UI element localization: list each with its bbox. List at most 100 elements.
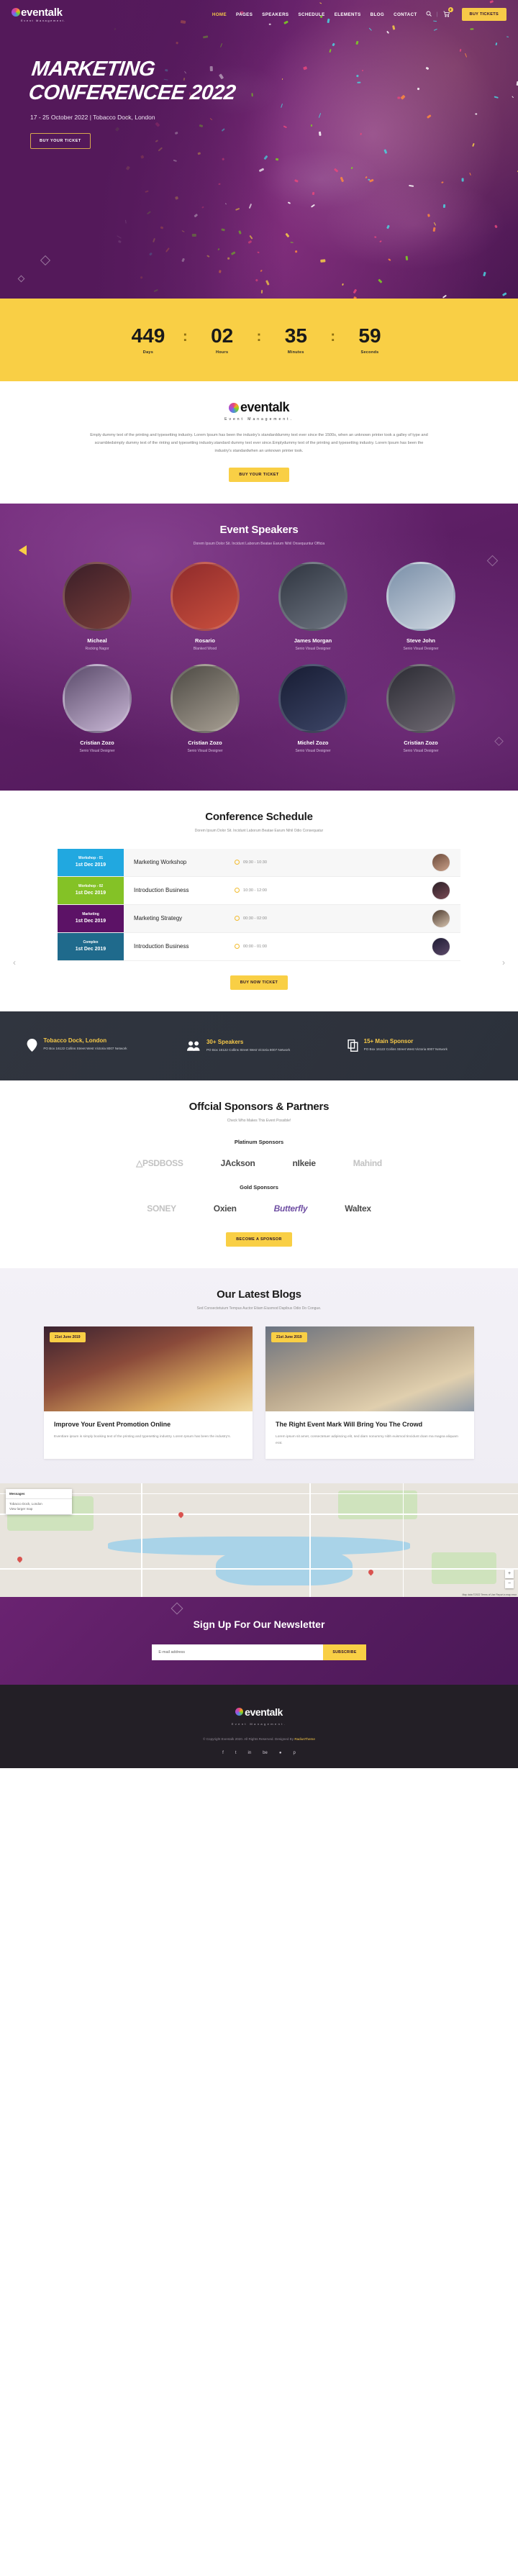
speaker-card[interactable]: Micheal Rocking Nagor <box>51 562 143 651</box>
schedule-row[interactable]: Complex 1st Dec 2019 Introduction Busine… <box>58 933 460 961</box>
map-road <box>0 1568 518 1570</box>
schedule-next-button[interactable]: › <box>502 957 505 968</box>
become-a-sponsor-button[interactable]: BECOME A SPONSOR <box>226 1232 292 1247</box>
nav-divider: | <box>437 12 438 17</box>
logo-text: eventalk <box>12 7 66 18</box>
info-description: PO Box 16122 Collins Street West Victori… <box>364 1047 447 1052</box>
schedule-tag: Workshop - 02 1st Dec 2019 <box>58 877 124 904</box>
search-icon[interactable] <box>426 11 432 18</box>
countdown-value: 449 <box>115 326 181 346</box>
nav-item-schedule[interactable]: SCHEDULE <box>298 12 324 17</box>
speaker-role: Blanked Wood <box>159 647 251 651</box>
speaker-avatar <box>386 562 455 631</box>
facebook-icon[interactable]: f <box>222 1751 224 1755</box>
sponsor-logo[interactable]: Mahind <box>353 1158 382 1168</box>
schedule-row[interactable]: Workshop - 01 1st Dec 2019 Marketing Wor… <box>58 849 460 877</box>
nav-item-contact[interactable]: CONTACT <box>394 12 417 17</box>
speaker-card[interactable]: Rosario Blanked Wood <box>159 562 251 651</box>
schedule-row[interactable]: Workshop - 02 1st Dec 2019 Introduction … <box>58 877 460 905</box>
linkedin-icon[interactable]: in <box>248 1751 252 1755</box>
footer-social-links: f t in be ● p <box>0 1751 518 1755</box>
footer-logo[interactable]: eventalk <box>235 1706 283 1718</box>
map-zoom-in-button[interactable]: + <box>505 1570 514 1578</box>
speaker-card[interactable]: Cristian Zozo Senio Visual Designer <box>159 664 251 753</box>
sponsor-logo[interactable]: △PSDBOSS <box>136 1158 183 1168</box>
twitter-icon[interactable]: t <box>235 1751 237 1755</box>
map-road <box>141 1483 142 1597</box>
buy-your-ticket-button[interactable]: BUY YOUR TICKET <box>30 133 91 149</box>
speaker-card[interactable]: James Morgan Senio Visual Designer <box>267 562 359 651</box>
map-info-card[interactable]: Messages Tobacco Dock, London View larger… <box>6 1489 72 1515</box>
speaker-role: Senio Visual Designer <box>375 749 467 753</box>
buy-now-ticket-button[interactable]: BUY NOW TICKET <box>230 975 288 990</box>
nav-item-pages[interactable]: PAGES <box>236 12 253 17</box>
speaker-role: Senio Visual Designer <box>51 749 143 753</box>
speaker-card[interactable]: Michel Zozo Senio Visual Designer <box>267 664 359 753</box>
buy-tickets-button[interactable]: BUY TICKETS <box>462 8 507 21</box>
map-river <box>216 1545 353 1585</box>
countdown-label: Minutes <box>263 350 329 355</box>
countdown-item-hours: 02 Hours <box>189 326 255 355</box>
blogs-subtitle: Sed Consectetuium Tempus Auctor Etiam Ei… <box>0 1306 518 1311</box>
sponsor-logo[interactable]: nIkeie <box>293 1158 316 1168</box>
arrow-decoration-icon <box>19 545 27 555</box>
blogs-title: Our Latest Blogs <box>0 1288 518 1301</box>
schedule-body: Introduction Business 10:30 - 12:00 <box>124 877 460 904</box>
schedule-tag: Marketing 1st Dec 2019 <box>58 905 124 932</box>
about-buy-ticket-button[interactable]: BUY YOUR TICKET <box>229 468 288 482</box>
about-logo: eventalk Event Management. <box>224 400 294 422</box>
about-logo-text: eventalk <box>229 400 289 415</box>
map-marker-icon[interactable] <box>368 1568 375 1575</box>
blog-body: Improve Your Event Promotion Online Even… <box>44 1411 253 1452</box>
cart-icon[interactable]: 0 <box>443 11 450 19</box>
speaker-card[interactable]: Cristian Zozo Senio Visual Designer <box>51 664 143 753</box>
pinterest-icon[interactable]: p <box>293 1751 295 1755</box>
nav-item-blog[interactable]: BLOG <box>371 12 384 17</box>
map-road <box>309 1483 311 1597</box>
subscribe-button[interactable]: SUBSCRIBE <box>323 1644 365 1660</box>
speaker-role: Senio Visual Designer <box>267 749 359 753</box>
location-map[interactable]: Messages Tobacco Dock, London View larger… <box>0 1483 518 1597</box>
schedule-prev-button[interactable]: ‹ <box>13 957 16 968</box>
sponsor-logo[interactable]: Oxien <box>214 1203 237 1214</box>
speaker-card[interactable]: Cristian Zozo Senio Visual Designer <box>375 664 467 753</box>
schedule-list: Workshop - 01 1st Dec 2019 Marketing Wor… <box>58 849 460 961</box>
blog-card[interactable]: 21st June 2019 The Right Event Mark Will… <box>265 1326 474 1459</box>
logo-mark-icon <box>229 403 239 413</box>
footer-brand-link[interactable]: RadiusTheme <box>294 1737 315 1741</box>
copy-icon <box>347 1039 358 1054</box>
speakers-grid: Micheal Rocking Nagor Rosario Blanked Wo… <box>0 562 518 766</box>
nav-item-speakers[interactable]: SPEAKERS <box>262 12 288 17</box>
sponsor-logo[interactable]: Waltex <box>345 1203 371 1214</box>
nav-item-home[interactable]: HOME <box>212 12 227 17</box>
blog-title[interactable]: Improve Your Event Promotion Online <box>54 1420 242 1429</box>
newsletter-email-input[interactable] <box>152 1644 323 1660</box>
schedule-row[interactable]: Marketing 1st Dec 2019 Marketing Strateg… <box>58 905 460 933</box>
speaker-card[interactable]: Steve John Senio Visual Designer <box>375 562 467 651</box>
map-road <box>0 1514 518 1515</box>
blogs-grid: 21st June 2019 Improve Your Event Promot… <box>0 1326 518 1459</box>
site-logo[interactable]: eventalk Event Management. <box>12 7 66 22</box>
blog-title[interactable]: The Right Event Mark Will Bring You The … <box>276 1420 464 1429</box>
people-icon <box>187 1040 201 1053</box>
speaker-avatar <box>278 664 347 733</box>
map-attribution: Map data ©2022 Terms of Use Report a map… <box>462 1593 517 1596</box>
map-zoom-out-button[interactable]: − <box>505 1580 514 1588</box>
dribbble-icon[interactable]: ● <box>279 1751 282 1755</box>
schedule-tag: Complex 1st Dec 2019 <box>58 933 124 960</box>
nav-item-elements[interactable]: ELEMENTS <box>335 12 361 17</box>
blog-card[interactable]: 21st June 2019 Improve Your Event Promot… <box>44 1326 253 1459</box>
sponsor-logo[interactable]: JAckson <box>221 1158 255 1168</box>
speaker-role: Senio Visual Designer <box>375 647 467 651</box>
sponsor-logo[interactable]: Butterfly <box>274 1203 308 1214</box>
schedule-time: 00:00 - 01:00 <box>235 944 267 949</box>
map-marker-icon[interactable] <box>17 1555 24 1562</box>
countdown-item-days: 449 Days <box>115 326 181 355</box>
schedule-tag-date: 1st Dec 2019 <box>76 946 106 952</box>
schedule-time: 10:30 - 12:00 <box>235 888 267 893</box>
countdown-separator: : <box>255 329 263 344</box>
sponsor-logo[interactable]: SONEY <box>147 1203 176 1214</box>
blog-excerpt: Eventlare ipsum is simply booking text o… <box>54 1434 242 1441</box>
map-marker-icon[interactable] <box>178 1511 185 1518</box>
behance-icon[interactable]: be <box>263 1751 268 1755</box>
